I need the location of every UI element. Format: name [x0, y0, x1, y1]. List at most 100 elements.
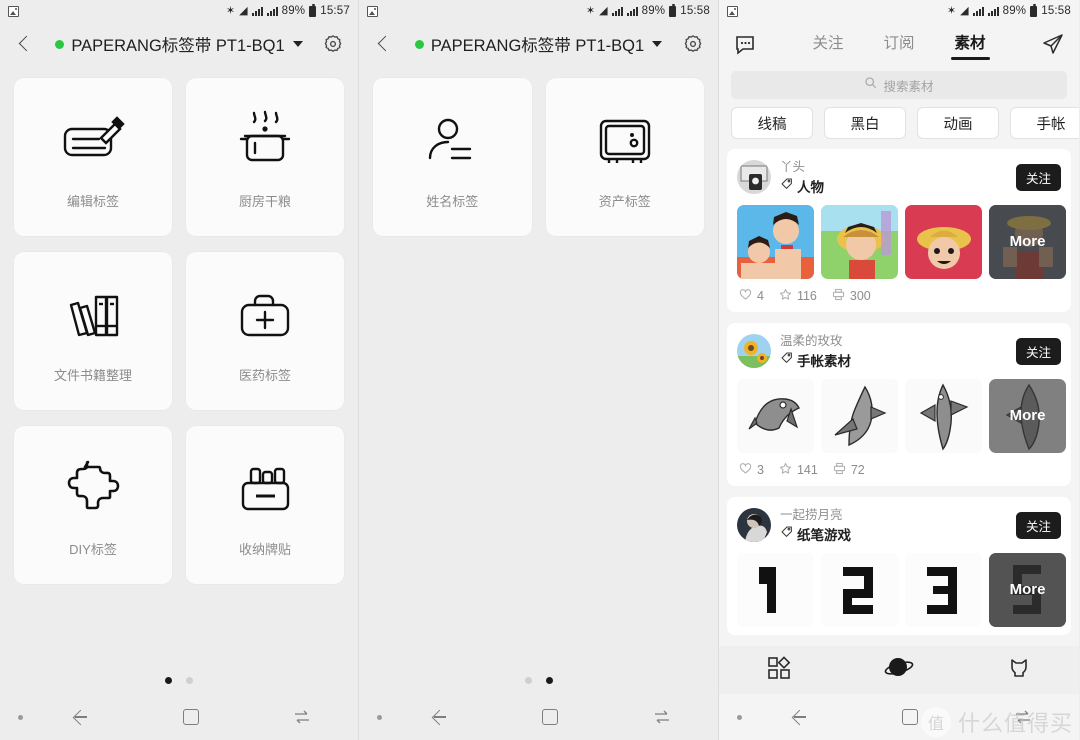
- thumbnail[interactable]: [821, 378, 898, 453]
- thumbnail[interactable]: [737, 204, 814, 279]
- status-bar: ✶ ◢ 89% 15:58: [359, 0, 718, 22]
- page-dot-2[interactable]: [545, 677, 553, 684]
- material-card-list: 丫头 人物 关注 More 4 116 300 温柔的玫玫 手帐素材 关注 Mo…: [719, 149, 1079, 635]
- card-meta: 丫头 人物: [780, 159, 1007, 196]
- search-input[interactable]: 搜索素材: [731, 71, 1067, 99]
- storage-box-icon: [227, 453, 303, 525]
- tile-name-label[interactable]: 姓名标签: [373, 78, 532, 236]
- nav-back-button[interactable]: [382, 707, 494, 727]
- chevron-down-icon[interactable]: [292, 41, 303, 47]
- material-card[interactable]: 温柔的玫玫 手帐素材 关注 More 3 141 72: [727, 322, 1071, 486]
- tile-files-books[interactable]: 文件书籍整理: [14, 252, 172, 410]
- tile-edit-label[interactable]: 编辑标签: [14, 78, 172, 236]
- tile-label: 收纳牌贴: [238, 541, 291, 557]
- avatar[interactable]: [737, 334, 771, 369]
- chip-black-white[interactable]: 黑白: [824, 107, 906, 139]
- thumbnail-more[interactable]: More: [989, 204, 1066, 279]
- chip-line-art[interactable]: 线稿: [731, 107, 813, 139]
- thumbnail[interactable]: [737, 378, 814, 453]
- nav-recents-button[interactable]: [246, 709, 358, 725]
- stat-favorites: 116: [779, 288, 817, 304]
- nav-back-icon: [69, 707, 89, 727]
- thumbnail[interactable]: [821, 204, 898, 279]
- thumbnail[interactable]: [821, 552, 898, 627]
- nav-back-button[interactable]: [742, 707, 854, 727]
- signal-bars-icon: [972, 6, 984, 16]
- avatar[interactable]: [737, 160, 771, 195]
- material-card[interactable]: 一起捞月亮 纸笔游戏 关注 More: [727, 496, 1071, 635]
- material-card[interactable]: 丫头 人物 关注 More 4 116 300: [727, 149, 1071, 312]
- follow-button[interactable]: 关注: [1015, 337, 1061, 365]
- card-tagline: 手帐素材: [780, 350, 1007, 370]
- category-chips: 线稿 黑白 动画 手帐: [719, 107, 1079, 149]
- app-header-title-group[interactable]: PAPERANG标签带 PT1-BQ1: [36, 32, 322, 56]
- follow-button[interactable]: 关注: [1015, 163, 1061, 191]
- tile-asset-label[interactable]: 资产标签: [545, 78, 704, 236]
- page-title: PAPERANG标签带 PT1-BQ1: [430, 37, 645, 55]
- nav-home-button[interactable]: [135, 709, 247, 725]
- page-indicator: [359, 677, 718, 684]
- tab-subscribe[interactable]: 订阅: [883, 31, 914, 58]
- bottom-nav-discover[interactable]: [839, 655, 959, 686]
- panel-device-page-2: ✶ ◢ 89% 15:58 PAPERANG标签带 PT1-BQ1 姓名标签 资…: [359, 0, 719, 740]
- clock-time: 15:58: [1041, 5, 1071, 17]
- cat-profile-icon: [1006, 655, 1032, 686]
- bottom-nav-profile[interactable]: [959, 655, 1079, 686]
- status-bar-right: ✶ ◢ 89% 15:58: [947, 3, 1071, 17]
- connection-status-dot: [55, 39, 65, 49]
- nav-recents-button[interactable]: [967, 709, 1079, 725]
- nav-back-icon: [428, 707, 448, 727]
- thumbnail[interactable]: [905, 204, 982, 279]
- chip-journal[interactable]: 手帐: [1010, 107, 1079, 139]
- status-bar: ✶ ◢ 89% 15:58: [719, 0, 1079, 22]
- nav-home-button[interactable]: [854, 709, 966, 725]
- nav-back-button[interactable]: [23, 707, 135, 727]
- tile-medicine[interactable]: 医药标签: [186, 252, 344, 410]
- card-header: 温柔的玫玫 手帐素材 关注: [737, 333, 1061, 370]
- thumbnail[interactable]: [905, 378, 982, 453]
- bluetooth-icon: ✶: [225, 4, 236, 17]
- thumbnail[interactable]: [905, 552, 982, 627]
- status-bar-left: [727, 5, 738, 17]
- tile-storage[interactable]: 收纳牌贴: [186, 426, 344, 584]
- gear-icon[interactable]: [322, 33, 344, 55]
- back-chevron-icon[interactable]: [373, 33, 395, 55]
- chat-bubble-icon[interactable]: [733, 32, 757, 56]
- tile-label: 文件书籍整理: [53, 367, 132, 383]
- page-dot-2[interactable]: [186, 677, 193, 684]
- tag-icon: [780, 351, 793, 369]
- stat-likes: 3: [739, 462, 764, 478]
- chevron-down-icon[interactable]: [652, 41, 663, 47]
- chip-animation[interactable]: 动画: [917, 107, 999, 139]
- app-header-title-group[interactable]: PAPERANG标签带 PT1-BQ1: [395, 32, 682, 56]
- app-header: PAPERANG标签带 PT1-BQ1: [0, 22, 358, 66]
- thumbnail[interactable]: [737, 552, 814, 627]
- page-dot-1[interactable]: [165, 677, 172, 684]
- nav-recents-icon: [653, 709, 671, 725]
- nav-recents-button[interactable]: [606, 709, 718, 725]
- nav-home-button[interactable]: [494, 709, 606, 725]
- bottom-nav-templates[interactable]: [719, 655, 839, 686]
- tab-material[interactable]: 素材: [950, 31, 990, 60]
- card-thumbnails: More: [737, 552, 1066, 627]
- stat-value: 300: [849, 288, 871, 303]
- tile-diy[interactable]: DIY标签: [14, 426, 172, 584]
- image-icon: [367, 5, 378, 17]
- gear-icon[interactable]: [682, 33, 704, 55]
- follow-button[interactable]: 关注: [1015, 511, 1061, 539]
- tile-label: DIY标签: [69, 541, 117, 557]
- avatar[interactable]: [737, 508, 771, 543]
- safe-box-icon: [587, 105, 663, 177]
- books-icon: [55, 279, 131, 351]
- tag-icon: [780, 525, 793, 543]
- page-dot-1[interactable]: [524, 677, 532, 684]
- tab-follow[interactable]: 关注: [812, 31, 843, 58]
- image-icon: [8, 5, 19, 17]
- thumbnail-more[interactable]: More: [989, 552, 1066, 627]
- thumbnail-more[interactable]: More: [989, 378, 1066, 453]
- back-chevron-icon[interactable]: [14, 33, 36, 55]
- grid-apps-icon: [766, 655, 792, 686]
- send-plane-icon[interactable]: [1041, 32, 1065, 56]
- connection-status-dot: [414, 39, 424, 49]
- tile-kitchen[interactable]: 厨房干粮: [186, 78, 344, 236]
